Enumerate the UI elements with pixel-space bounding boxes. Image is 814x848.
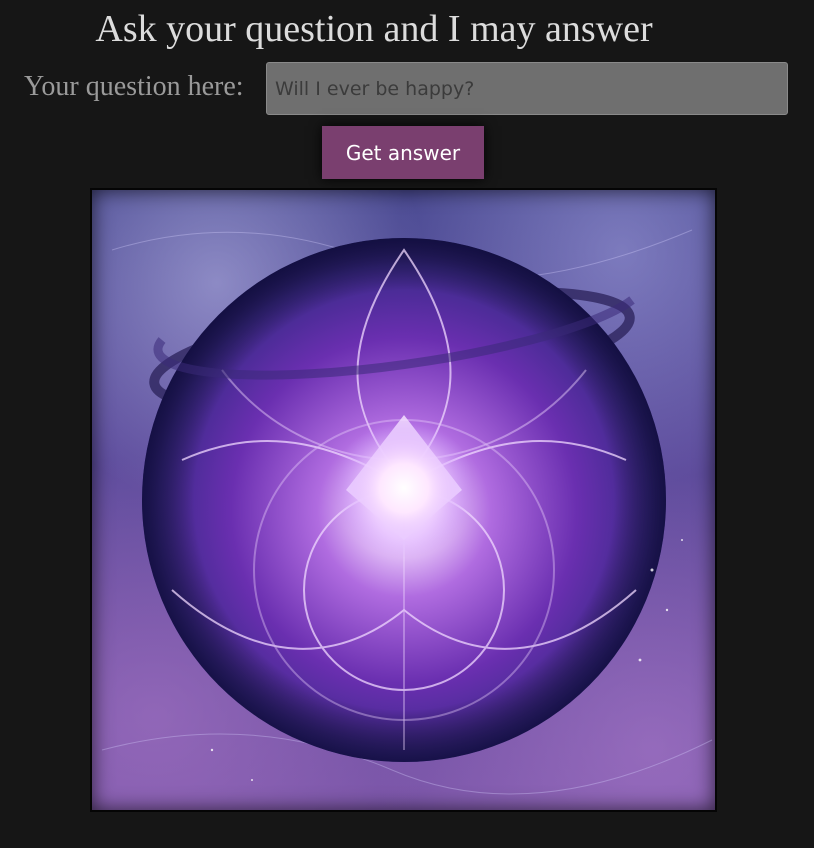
question-label: Your question here:: [24, 71, 244, 102]
page: Ask your question and I may answer Your …: [0, 0, 814, 848]
crystal-ball-image: [90, 188, 717, 812]
get-answer-button[interactable]: Get answer: [322, 126, 484, 179]
page-title: Ask your question and I may answer: [95, 8, 653, 50]
crystal-ball-illustration: [101, 229, 713, 795]
question-input[interactable]: [266, 62, 788, 115]
